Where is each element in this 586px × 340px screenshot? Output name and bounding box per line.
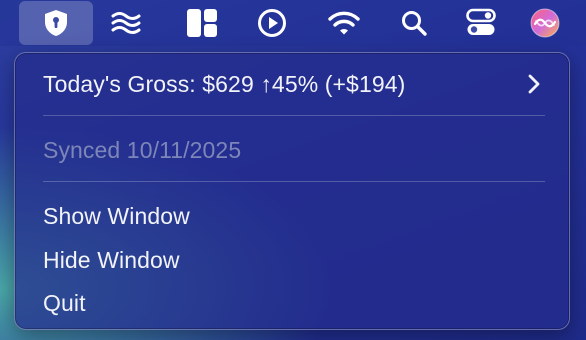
- waves-menu-button[interactable]: [108, 0, 144, 46]
- show-window-menu-item[interactable]: Show Window: [43, 203, 190, 230]
- siri-icon: [529, 7, 561, 39]
- layout-menu-button[interactable]: [184, 0, 220, 46]
- control-center-menu-button[interactable]: [461, 0, 501, 46]
- hide-window-menu-item[interactable]: Hide Window: [43, 247, 180, 274]
- search-icon: [400, 9, 428, 37]
- menu-divider: [43, 115, 545, 116]
- media-menu-button[interactable]: [254, 0, 290, 46]
- dropdown-menu: Today's Gross: $629 ↑45% (+$194) Synced …: [14, 52, 570, 330]
- shield-lock-icon: [43, 9, 69, 37]
- wifi-icon: [327, 10, 361, 36]
- layout-grid-icon: [186, 8, 218, 38]
- siri-menu-button[interactable]: [527, 0, 563, 46]
- todays-gross-menu-item[interactable]: Today's Gross: $629 ↑45% (+$194): [43, 71, 405, 98]
- play-circle-icon: [256, 7, 288, 39]
- shield-app-menu-button[interactable]: [19, 1, 93, 45]
- waves-icon: [111, 10, 141, 36]
- menu-divider: [43, 181, 545, 182]
- chevron-right-icon: [527, 72, 541, 101]
- quit-menu-item[interactable]: Quit: [43, 290, 86, 317]
- menu-bar: [0, 0, 586, 46]
- control-center-icon: [466, 8, 496, 38]
- synced-status-label: Synced 10/11/2025: [43, 137, 242, 163]
- wifi-menu-button[interactable]: [325, 0, 363, 46]
- search-menu-button[interactable]: [396, 0, 432, 46]
